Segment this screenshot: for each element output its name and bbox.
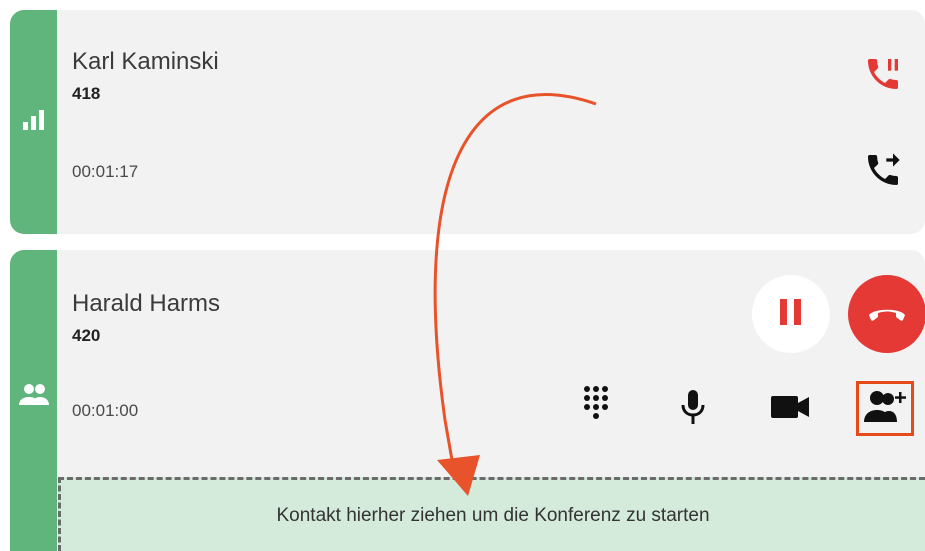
caller-extension: 420 [72,326,101,345]
call-status-strip [10,250,57,551]
hang-up-button[interactable] [848,275,925,353]
video-button[interactable] [768,392,814,426]
call-card-harald[interactable]: Harald Harms 420 00:01:00 Kontakt hierhe… [10,250,925,551]
group-icon [18,383,49,410]
conference-dropzone[interactable]: Kontakt hierher ziehen um die Konferenz … [58,477,925,551]
caller-name: Harald Harms [72,290,221,317]
video-camera-icon [771,395,811,423]
microphone-icon [681,389,705,431]
mute-button[interactable] [675,388,711,432]
signal-bars-icon [22,109,45,135]
dropzone-label: Kontakt hierher ziehen um die Konferenz … [276,504,710,526]
call-duration: 00:01:17 [72,162,139,181]
add-participant-button[interactable] [856,381,914,436]
caller-extension: 418 [72,84,101,103]
hold-button[interactable] [752,275,830,353]
add-participant-icon [864,390,906,427]
phone-forward-icon [862,150,904,195]
transfer-call-button[interactable] [858,148,908,196]
caller-name: Karl Kaminski [72,48,219,75]
pause-icon [780,298,802,330]
phone-paused-icon [862,54,904,99]
call-card-karl[interactable]: Karl Kaminski 418 00:01:17 [10,10,925,234]
call-status-strip [10,10,57,234]
dialpad-button[interactable] [576,384,616,434]
hang-up-icon [867,303,907,326]
dialpad-icon [583,385,609,434]
resume-call-button[interactable] [858,52,908,100]
call-duration: 00:01:00 [72,401,139,420]
